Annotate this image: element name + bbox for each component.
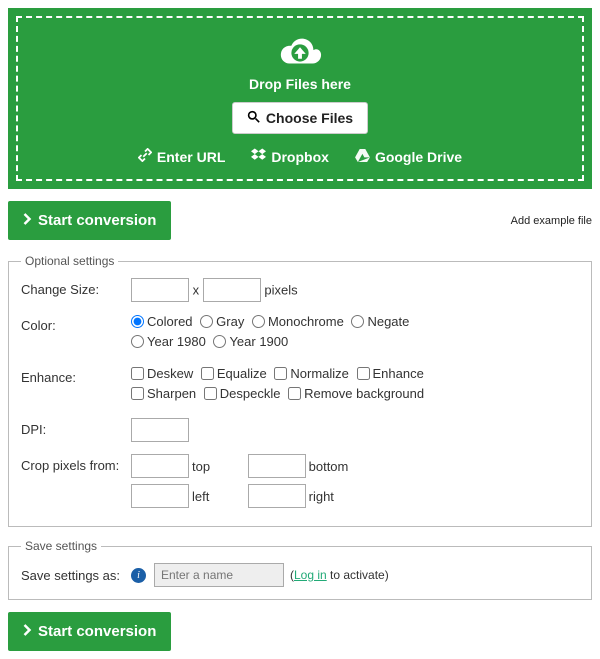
crop-top-input[interactable] <box>131 454 189 478</box>
color-option-year1900[interactable]: Year 1900 <box>213 334 288 349</box>
enhance-normalize[interactable]: Normalize <box>274 366 349 381</box>
enhance-label: Enhance: <box>21 366 131 385</box>
enhance-check-group: Deskew Equalize Normalize Enhance Sharpe… <box>131 366 579 406</box>
enter-url-link[interactable]: Enter URL <box>138 148 225 165</box>
optional-settings-legend: Optional settings <box>21 254 118 268</box>
size-unit: pixels <box>264 283 297 298</box>
color-option-gray[interactable]: Gray <box>200 314 244 329</box>
color-option-negate[interactable]: Negate <box>351 314 409 329</box>
google-drive-link[interactable]: Google Drive <box>355 148 462 165</box>
google-drive-label: Google Drive <box>375 149 462 165</box>
enhance-equalize[interactable]: Equalize <box>201 366 267 381</box>
dropbox-icon <box>251 148 266 165</box>
google-drive-icon <box>355 149 370 165</box>
crop-left-label: left <box>192 489 236 504</box>
chevron-right-icon <box>23 212 32 229</box>
link-icon <box>138 148 152 165</box>
dropbox-link[interactable]: Dropbox <box>251 148 329 165</box>
crop-bottom-input[interactable] <box>248 454 306 478</box>
drop-text: Drop Files here <box>28 76 572 92</box>
save-as-label: Save settings as: <box>21 568 131 583</box>
start-conversion-button-top[interactable]: Start conversion <box>8 201 171 240</box>
login-link[interactable]: Log in <box>294 568 327 582</box>
source-links: Enter URL Dropbox Google Drive <box>28 148 572 165</box>
color-label: Color: <box>21 314 131 333</box>
login-hint: (Log in to activate) <box>290 568 389 582</box>
file-drop-zone[interactable]: Drop Files here Choose Files Enter URL D… <box>8 8 592 189</box>
enter-url-label: Enter URL <box>157 149 225 165</box>
enhance-remove-bg[interactable]: Remove background <box>288 386 424 401</box>
search-icon <box>247 110 260 126</box>
chevron-right-icon <box>23 623 32 640</box>
color-option-year1980[interactable]: Year 1980 <box>131 334 206 349</box>
crop-bottom-label: bottom <box>309 459 353 474</box>
crop-right-input[interactable] <box>248 484 306 508</box>
enhance-enhance[interactable]: Enhance <box>357 366 424 381</box>
color-option-monochrome[interactable]: Monochrome <box>252 314 344 329</box>
choose-files-button[interactable]: Choose Files <box>232 102 368 134</box>
color-option-colored[interactable]: Colored <box>131 314 193 329</box>
save-settings-legend: Save settings <box>21 539 101 553</box>
cloud-upload-icon <box>277 34 323 70</box>
color-radio-group: Colored Gray Monochrome Negate Year 1980… <box>131 314 579 354</box>
start-conversion-button-bottom[interactable]: Start conversion <box>8 612 171 651</box>
drop-zone-inner: Drop Files here Choose Files Enter URL D… <box>16 16 584 181</box>
optional-settings-fieldset: Optional settings Change Size: x pixels … <box>8 254 592 527</box>
crop-right-label: right <box>309 489 353 504</box>
save-name-input <box>154 563 284 587</box>
enhance-deskew[interactable]: Deskew <box>131 366 193 381</box>
dpi-input[interactable] <box>131 418 189 442</box>
crop-left-input[interactable] <box>131 484 189 508</box>
choose-files-label: Choose Files <box>266 110 353 126</box>
width-input[interactable] <box>131 278 189 302</box>
dropbox-label: Dropbox <box>271 149 329 165</box>
change-size-label: Change Size: <box>21 278 131 297</box>
size-separator: x <box>193 283 200 298</box>
start-conversion-label: Start conversion <box>38 623 156 640</box>
crop-label: Crop pixels from: <box>21 454 131 473</box>
save-settings-fieldset: Save settings Save settings as: i (Log i… <box>8 539 592 600</box>
start-conversion-label: Start conversion <box>38 212 156 229</box>
height-input[interactable] <box>203 278 261 302</box>
add-example-file-link[interactable]: Add example file <box>511 215 592 227</box>
enhance-sharpen[interactable]: Sharpen <box>131 386 196 401</box>
info-icon[interactable]: i <box>131 568 146 583</box>
enhance-despeckle[interactable]: Despeckle <box>204 386 281 401</box>
dpi-label: DPI: <box>21 418 131 437</box>
crop-top-label: top <box>192 459 236 474</box>
